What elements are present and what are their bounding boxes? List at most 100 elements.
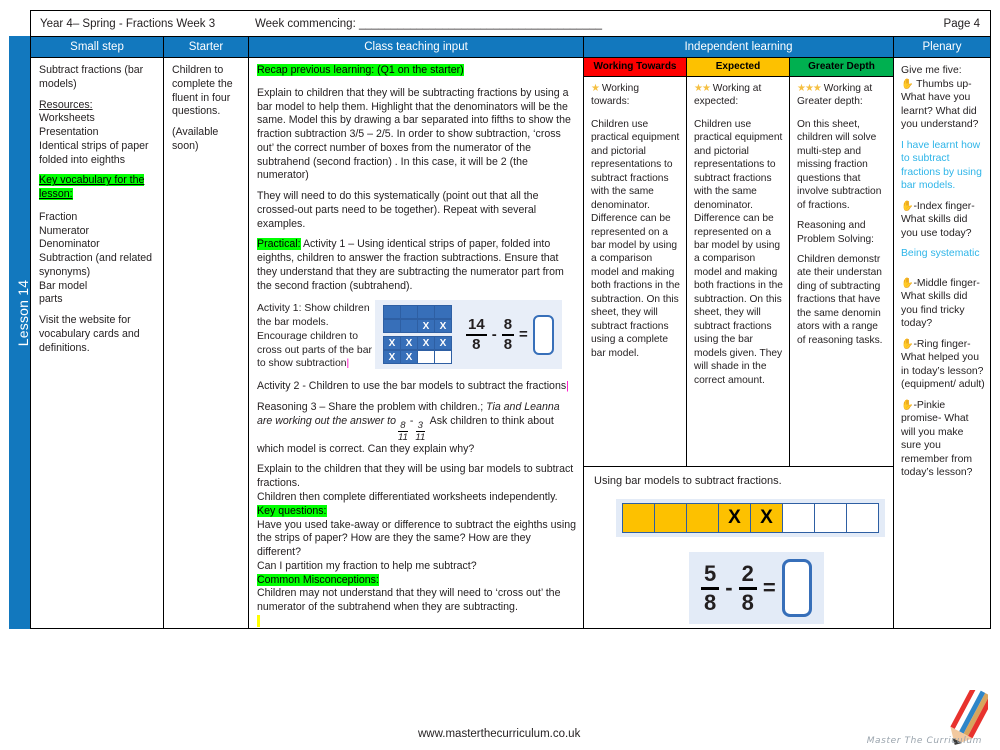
lesson-spine: Lesson 14 bbox=[9, 36, 31, 629]
reasoning3-text: Reasoning 3 – Share the problem with chi… bbox=[257, 400, 560, 455]
expected-body: Children use practical equipment and pic… bbox=[694, 118, 783, 386]
brand-logo-text: Master The Curriculum bbox=[866, 736, 982, 746]
fraction-first: 14 8 bbox=[466, 316, 487, 353]
bar-cell-crossed: X bbox=[434, 319, 452, 334]
minus-operator: - bbox=[725, 575, 733, 600]
equals-operator: = bbox=[762, 575, 776, 600]
star-icon: ★★ bbox=[694, 83, 711, 94]
bar-row bbox=[383, 305, 452, 320]
starter-note: (Available soon) bbox=[172, 126, 219, 152]
answer-box[interactable] bbox=[532, 314, 554, 355]
activity2-text: Activity 2 - Children to use the bar mod… bbox=[257, 380, 569, 393]
answer-box[interactable] bbox=[781, 559, 812, 617]
class-input-para3: Explain to the children that they will b… bbox=[257, 463, 574, 490]
footer-website-url[interactable]: www.masterthecurriculum.co.uk bbox=[418, 728, 580, 740]
expected-content: ★★ Working at expected: Children use pra… bbox=[687, 77, 789, 466]
lesson-number-label: Lesson 14 bbox=[15, 279, 31, 347]
document-title-row: Year 4– Spring - Fractions Week 3 Week c… bbox=[30, 10, 991, 36]
bar-row: X X X X bbox=[383, 336, 452, 351]
bar-model-cell[interactable] bbox=[654, 503, 687, 533]
bar-model-cell[interactable] bbox=[686, 503, 719, 533]
bar-cell-crossed: X bbox=[383, 350, 401, 365]
misconceptions-heading: Common Misconceptions: bbox=[257, 573, 379, 586]
class-input-para1: Explain to children that they will be su… bbox=[257, 86, 571, 182]
page-number: Page 4 bbox=[943, 17, 980, 30]
reasoning-fraction-first: 8 11 bbox=[397, 419, 408, 444]
bar-row: X X bbox=[383, 350, 452, 365]
bar-model-cell-empty[interactable] bbox=[846, 503, 879, 533]
column-starter: Starter Children to complete the fluent … bbox=[164, 37, 249, 628]
bar-cell-empty bbox=[417, 350, 435, 365]
lesson-plan-grid: Small step Subtract fractions (bar model… bbox=[30, 36, 991, 629]
band-working-towards: Working Towards bbox=[584, 58, 686, 77]
bar-cell-crossed: X bbox=[417, 319, 435, 334]
working-towards-heading: ★ Working towards: bbox=[591, 83, 639, 108]
plenary-content: Give me five: ✋ Thumbs up- What have you… bbox=[894, 58, 990, 487]
bar-model-strip: X X bbox=[616, 499, 885, 537]
small-step-content: Subtract fractions (bar models) Resource… bbox=[31, 58, 163, 628]
bar-cell-crossed: X bbox=[417, 336, 435, 351]
thumbs-up-prompt: ✋ Thumbs up- What have you learnt? What … bbox=[901, 78, 979, 131]
bar-panel-title: Using bar models to subtract fractions. bbox=[594, 475, 782, 487]
header-small-step: Small step bbox=[31, 37, 163, 58]
greater-depth-heading: ★★★ Working at Greater depth: bbox=[797, 83, 873, 108]
year-term-title: Year 4– Spring - Fractions Week 3 bbox=[40, 17, 216, 30]
activity1-equation: 14 8 - 8 8 = bbox=[466, 314, 554, 355]
activity1-instructions: Activity 1: Show children the bar models… bbox=[257, 303, 372, 370]
greater-depth-body1: On this sheet, children will solve multi… bbox=[797, 118, 882, 211]
recap-heading: Recap previous learning: (Q1 on the star… bbox=[257, 64, 464, 76]
middle-finger-prompt: ✋-Middle finger- What skills did you fin… bbox=[901, 277, 980, 330]
header-independent-learning: Independent learning bbox=[584, 37, 893, 58]
column-independent-learning: Independent learning Working Towards ★ W… bbox=[584, 37, 894, 628]
fraction-second: 2 8 bbox=[738, 562, 757, 614]
bar-cell bbox=[434, 305, 452, 320]
starter-text: Children to complete the fluent in four … bbox=[172, 64, 233, 118]
activity1-bar-models: X X X X X X X X bbox=[383, 305, 452, 365]
header-starter: Starter bbox=[164, 37, 248, 58]
practical-text: Activity 1 – Using identical strips of p… bbox=[257, 238, 564, 292]
independent-learning-content: Working Towards ★ Working towards: Child… bbox=[584, 58, 893, 628]
key-questions-heading: Key questions: bbox=[257, 504, 327, 517]
bar-panel-equation: 5 8 - 2 8 = bbox=[689, 552, 824, 624]
bar-cell bbox=[400, 319, 418, 334]
bar-cell bbox=[383, 305, 401, 320]
bar-model-cell-empty[interactable] bbox=[782, 503, 815, 533]
differentiation-columns: Working Towards ★ Working towards: Child… bbox=[584, 58, 893, 466]
header-plenary: Plenary bbox=[894, 37, 990, 58]
bar-cell-empty bbox=[434, 350, 452, 365]
column-working-towards: Working Towards ★ Working towards: Child… bbox=[584, 58, 687, 466]
bar-model-cell[interactable] bbox=[622, 503, 655, 533]
column-greater-depth: Greater Depth ★★★ Working at Greater dep… bbox=[790, 58, 893, 466]
hand-icon: ✋ bbox=[901, 277, 914, 289]
small-step-title: Subtract fractions (bar models) bbox=[39, 64, 144, 90]
greater-depth-content: ★★★ Working at Greater depth: On this sh… bbox=[790, 77, 893, 466]
class-input-content: Recap previous learning: (Q1 on the star… bbox=[249, 58, 583, 629]
hand-icon: ✋ bbox=[901, 78, 914, 90]
ring-finger-prompt: ✋-Ring finger- What helped you in today’… bbox=[901, 338, 985, 391]
practical-paragraph: Practical: Activity 1 – Using identical … bbox=[257, 238, 576, 293]
star-icon: ★ bbox=[591, 83, 600, 94]
bar-model-cell-crossed[interactable]: X bbox=[718, 503, 751, 533]
resources-list: Worksheets Presentation Identical strips… bbox=[39, 112, 149, 166]
greater-depth-body3: Children demonstr ate their understan di… bbox=[797, 253, 883, 346]
bar-cell-crossed: X bbox=[434, 336, 452, 351]
bar-cell bbox=[417, 305, 435, 320]
bar-model-cell-empty[interactable] bbox=[814, 503, 847, 533]
bar-row: X X bbox=[383, 319, 452, 334]
misconceptions-text: Children may not understand that they wi… bbox=[257, 587, 561, 614]
hand-icon: ✋ bbox=[901, 200, 914, 212]
equals-operator: = bbox=[519, 326, 528, 344]
bar-cell-crossed: X bbox=[383, 336, 401, 351]
header-class-teaching-input: Class teaching input bbox=[249, 37, 583, 58]
class-input-para4: Children then complete differentiated wo… bbox=[257, 490, 558, 503]
column-expected: Expected ★★ Working at expected: Childre… bbox=[687, 58, 790, 466]
expected-heading: ★★ Working at expected: bbox=[694, 83, 762, 108]
reasoning-fraction-second: 3 11 bbox=[415, 419, 426, 444]
bar-cell-crossed: X bbox=[400, 350, 418, 365]
column-plenary: Plenary Give me five: ✋ Thumbs up- What … bbox=[894, 37, 990, 628]
bar-model-cell-crossed[interactable]: X bbox=[750, 503, 783, 533]
key-questions-text: Have you used take-away or difference to… bbox=[257, 518, 576, 572]
fraction-second: 8 8 bbox=[501, 316, 515, 353]
class-input-para2: They will need to do this systematically… bbox=[257, 190, 539, 230]
fraction-first: 5 8 bbox=[701, 562, 720, 614]
